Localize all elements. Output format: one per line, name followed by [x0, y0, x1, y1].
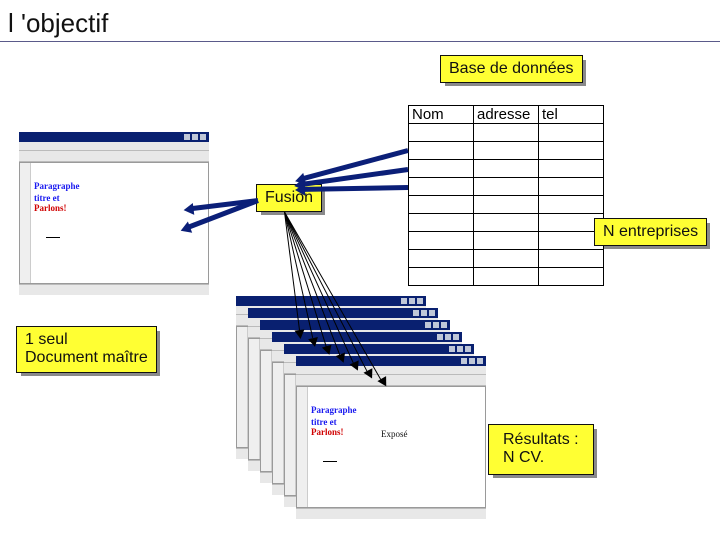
cell — [539, 160, 604, 178]
page-title: l 'objectif — [8, 8, 108, 39]
cell — [409, 178, 474, 196]
cell — [474, 160, 539, 178]
label-master-doc: 1 seul Document maître — [16, 326, 157, 373]
label-results: Résultats : N CV. — [488, 424, 594, 475]
data-table: Nom adresse tel — [408, 105, 604, 286]
result-window: Paragraphetitre etParlons!Exposé — [296, 356, 486, 519]
menubar — [19, 142, 209, 151]
master-window: Paragraphe titre et Parlons! — [19, 132, 209, 295]
statusbar — [19, 284, 209, 295]
cell — [474, 178, 539, 196]
cell — [409, 232, 474, 250]
cell — [474, 214, 539, 232]
connector — [304, 185, 408, 192]
toolbar — [19, 151, 209, 162]
label-database: Base de données — [440, 55, 583, 83]
cell — [409, 142, 474, 160]
col-tel: tel — [539, 106, 604, 124]
cell — [474, 250, 539, 268]
cell — [539, 178, 604, 196]
results-l1: Résultats : — [503, 431, 579, 448]
col-nom: Nom — [409, 106, 474, 124]
cell — [474, 196, 539, 214]
cell — [539, 196, 604, 214]
cell — [539, 142, 604, 160]
cell — [409, 160, 474, 178]
cell — [409, 250, 474, 268]
doc-t2: titre et — [34, 193, 60, 203]
label-n-entreprises: N entreprises — [594, 218, 707, 246]
cell — [474, 142, 539, 160]
titlebar — [19, 132, 209, 142]
cell — [409, 124, 474, 142]
master-l2: Document maître — [25, 349, 148, 366]
master-l1: 1 seul — [25, 331, 68, 348]
cell — [409, 214, 474, 232]
doc-t3: Parlons! — [34, 203, 67, 213]
col-adresse: adresse — [474, 106, 539, 124]
cell — [409, 268, 474, 286]
cell — [539, 268, 604, 286]
cell — [474, 124, 539, 142]
results-l2: N CV. — [503, 449, 544, 466]
cell — [474, 232, 539, 250]
cell — [539, 250, 604, 268]
cell — [409, 196, 474, 214]
doc-t1: Paragraphe — [34, 181, 80, 191]
cell — [539, 124, 604, 142]
cell — [474, 268, 539, 286]
title-rule — [0, 41, 720, 42]
arrow-tip — [294, 329, 305, 339]
